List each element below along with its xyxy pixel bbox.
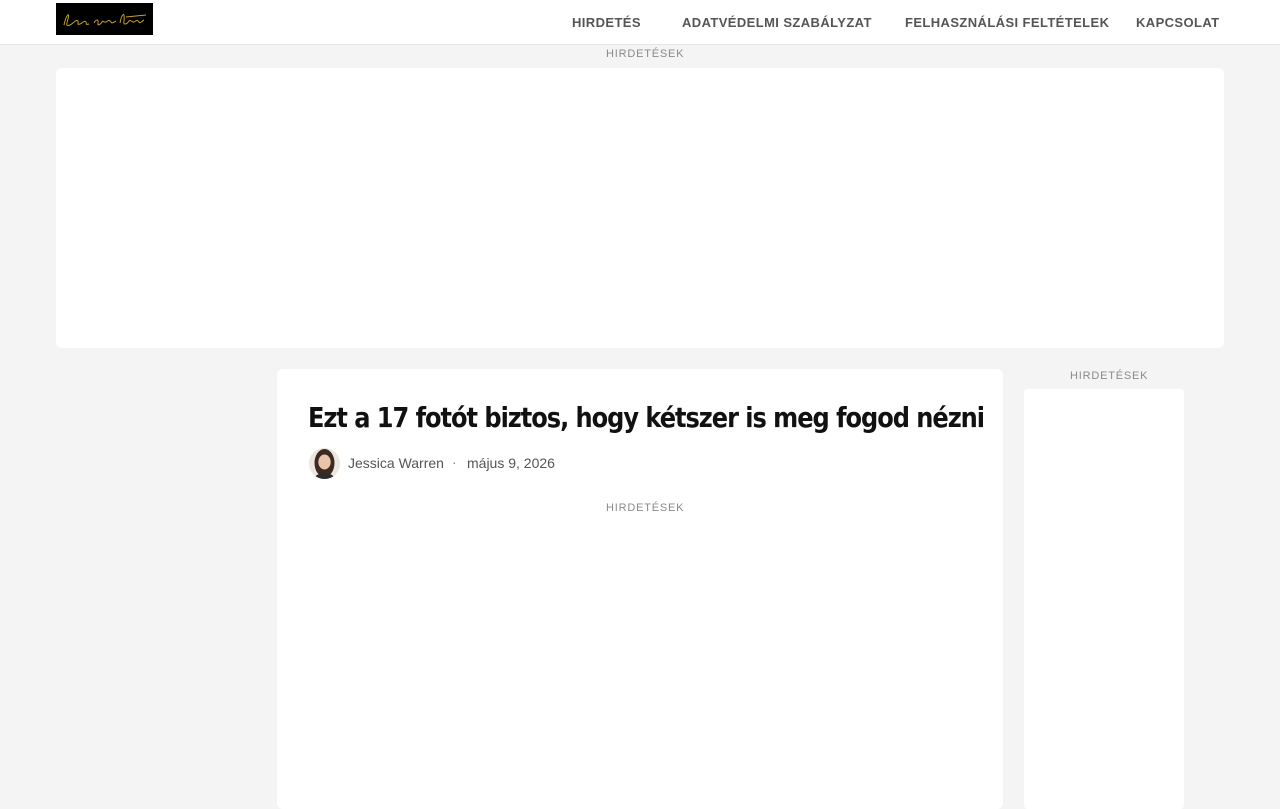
top-ad-label: HIRDETÉSEK: [606, 48, 685, 60]
article-card: Ezt a 17 fotót biztos, hogy kétszer is m…: [277, 369, 1003, 809]
nav-item-adatvedelmi-szabalyzat[interactable]: ADATVÉDELMI SZABÁLYZAT: [682, 15, 872, 30]
article-title: Ezt a 17 fotót biztos, hogy kétszer is m…: [308, 401, 985, 434]
inline-ad-slot[interactable]: [308, 525, 972, 805]
sidebar-ad-slot[interactable]: [1024, 389, 1184, 809]
sidebar-ad-label: HIRDETÉSEK: [1070, 370, 1149, 382]
nav-item-kapcsolat[interactable]: KAPCSOLAT: [1136, 15, 1220, 30]
nav-item-felhasznalasi-feltetelek[interactable]: FELHASZNÁLÁSI FELTÉTELEK: [905, 15, 1109, 30]
author-avatar[interactable]: [309, 448, 340, 479]
meta-separator: ·: [452, 454, 457, 470]
author-name[interactable]: Jessica Warren: [348, 455, 444, 471]
inline-ad-label: HIRDETÉSEK: [606, 502, 685, 514]
publish-date: május 9, 2026: [467, 455, 555, 471]
author-portrait-icon: [309, 448, 340, 479]
nav-item-hirdetes[interactable]: HIRDETÉS: [572, 15, 641, 30]
main-nav: HIRDETÉS ADATVÉDELMI SZABÁLYZAT FELHASZN…: [0, 0, 1280, 45]
top-ad-slot[interactable]: [56, 68, 1224, 348]
site-header: HIRDETÉS ADATVÉDELMI SZABÁLYZAT FELHASZN…: [0, 0, 1280, 45]
